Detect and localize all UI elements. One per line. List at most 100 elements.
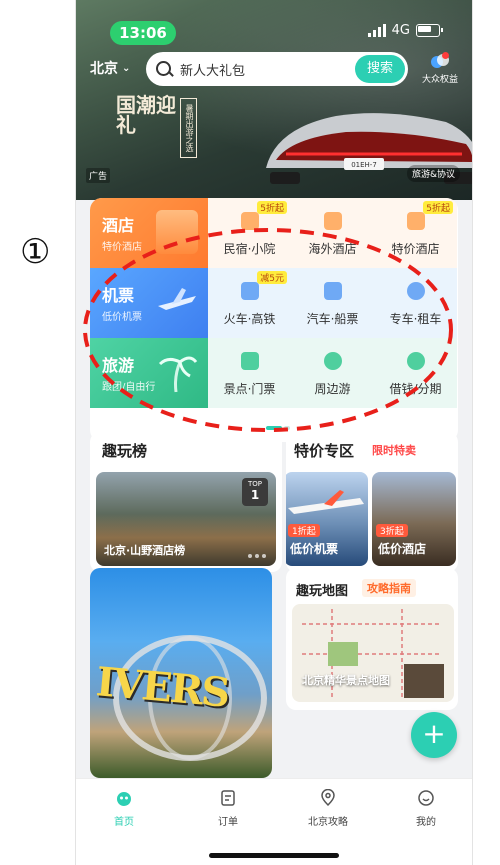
hotel-building-icon	[156, 210, 198, 254]
tab-label: 北京攻略	[308, 817, 348, 828]
tab-profile[interactable]: 我的	[386, 789, 466, 828]
deals-title: 特价专区	[294, 442, 355, 460]
status-indicators: 4G	[367, 23, 443, 38]
tab-label: 订单	[218, 817, 238, 828]
cell-label: 周边游	[314, 382, 351, 396]
flight-subtitle: 低价机票	[102, 312, 142, 323]
perk-label: 大众权益	[421, 75, 458, 85]
tab-guide[interactable]: 北京攻略	[288, 789, 368, 828]
car-plate: 01EH-7	[351, 161, 377, 169]
map-guide-badge[interactable]: 攻略指南	[362, 579, 416, 597]
travel-subtitle: 跟团/自由行	[102, 382, 156, 393]
page-indicator	[266, 426, 282, 430]
tab-label: 首页	[114, 817, 134, 828]
city-selector[interactable]: 北京 ⌄	[90, 58, 130, 78]
palm-tree-icon	[158, 356, 198, 393]
add-button[interactable]: +	[411, 712, 457, 758]
search-button[interactable]: 搜索	[355, 55, 405, 83]
badge: 减5元	[257, 271, 287, 284]
cell-label: 特价酒店	[391, 242, 440, 256]
airplane-icon	[158, 288, 196, 310]
ticket-icon	[241, 352, 259, 370]
cell-label: 海外酒店	[308, 242, 357, 256]
money-bag-icon	[407, 352, 425, 370]
perks-button[interactable]: 大众权益	[418, 52, 462, 85]
hotel-subtitle: 特价酒店	[102, 242, 142, 253]
badge: 5折起	[257, 201, 287, 214]
order-icon	[221, 790, 235, 806]
homestay-icon	[241, 212, 259, 230]
deal-hotel[interactable]: 3折起 低价酒店	[372, 472, 456, 566]
cell-label: 民宿·小院	[223, 242, 276, 256]
city-label: 北京	[90, 61, 118, 77]
chevron-down-icon: ⌄	[122, 62, 131, 74]
perk-icon	[431, 52, 449, 70]
car-icon	[407, 282, 425, 300]
tab-label: 我的	[416, 817, 436, 828]
signal-icon	[367, 24, 386, 37]
cell-train[interactable]: 减5元 火车·高铁	[208, 268, 291, 338]
network-label: 4G	[391, 23, 410, 38]
cell-tickets[interactable]: 景点·门票	[208, 338, 291, 408]
tab-orders[interactable]: 订单	[188, 789, 268, 828]
cell-special-hotel[interactable]: 5折起 特价酒店	[374, 198, 457, 268]
limited-sale-label: 限时特卖	[372, 444, 416, 457]
ad-side-text: 暑期出游之选	[180, 98, 197, 158]
cell-homestay[interactable]: 5折起 民宿·小院	[208, 198, 291, 268]
train-icon	[241, 282, 259, 300]
flight-tile[interactable]: 机票 低价机票	[90, 268, 208, 338]
hotel-title: 酒店	[102, 216, 135, 235]
carousel-dots	[248, 554, 266, 558]
cell-label: 火车·高铁	[223, 312, 276, 326]
ad-tag: 广告	[86, 168, 111, 183]
deal-flight[interactable]: 1折起 低价机票	[286, 472, 368, 566]
plane-image	[288, 490, 364, 514]
pin-icon	[324, 352, 342, 370]
map-card[interactable]: 趣玩地图 攻略指南 北京精华景点地图	[286, 568, 458, 710]
location-icon	[321, 789, 335, 807]
travel-tile[interactable]: 旅游 跟团/自由行	[90, 338, 208, 408]
map-image: 北京精华景点地图	[292, 604, 454, 702]
banner-ad[interactable]: 01EH-7 13:06 4G 北京 ⌄ 新人大礼包 搜索 大众权益 国潮迎礼 …	[76, 0, 472, 200]
ad-terms-link[interactable]: 旅游&协议	[406, 165, 460, 182]
universal-card[interactable]: IVERS	[90, 568, 272, 778]
tab-home[interactable]: 首页	[84, 789, 164, 828]
status-time: 13:06	[110, 21, 176, 45]
badge: 5折起	[423, 201, 453, 214]
battery-icon	[416, 24, 443, 37]
phone-screen: 01EH-7 13:06 4G 北京 ⌄ 新人大礼包 搜索 大众权益 国潮迎礼 …	[75, 0, 473, 865]
cell-label: 借钱/分期	[389, 382, 442, 396]
cell-loan[interactable]: 借钱/分期	[374, 338, 457, 408]
cell-label: 景点·门票	[223, 382, 276, 396]
mountain-hotel-image: TOP 1 北京·山野酒店榜	[96, 472, 276, 566]
bus-icon	[324, 282, 342, 300]
flight-title: 机票	[102, 286, 135, 305]
special-hotel-icon	[407, 212, 425, 230]
cell-car-rental[interactable]: 专车·租车	[374, 268, 457, 338]
travel-title: 旅游	[102, 356, 135, 375]
annotation-marker: ①	[20, 232, 51, 272]
discount-badge: 3折起	[376, 524, 408, 537]
search-icon	[156, 61, 171, 76]
home-indicator	[209, 853, 339, 858]
cell-nearby[interactable]: 周边游	[291, 338, 374, 408]
search-bar[interactable]: 新人大礼包 搜索	[146, 52, 408, 86]
map-title: 趣玩地图	[296, 584, 349, 599]
cell-label: 汽车·船票	[306, 312, 359, 326]
bottom-tab-bar: 首页 订单 北京攻略 我的	[76, 778, 472, 865]
qwb-title: 趣玩榜	[102, 442, 148, 460]
cell-overseas-hotel[interactable]: 海外酒店	[291, 198, 374, 268]
deal-name: 低价机票	[290, 542, 339, 556]
discount-badge: 1折起	[288, 524, 320, 537]
cell-bus-ferry[interactable]: 汽车·船票	[291, 268, 374, 338]
deals-card[interactable]: 特价专区 限时特卖 1折起 低价机票 3折起 低价酒店	[286, 432, 458, 572]
search-placeholder: 新人大礼包	[180, 64, 246, 79]
qwb-card[interactable]: 趣玩榜 TOP 1 北京·山野酒店榜	[90, 432, 282, 572]
deal-name: 低价酒店	[378, 542, 427, 556]
hotel-tile[interactable]: 酒店 特价酒店	[90, 198, 208, 268]
overseas-hotel-icon	[324, 212, 342, 230]
page-indicator-dot	[284, 426, 290, 430]
qwb-item-label: 北京·山野酒店榜	[104, 544, 186, 557]
map-label: 北京精华景点地图	[302, 674, 390, 687]
cell-label: 专车·租车	[389, 312, 442, 326]
